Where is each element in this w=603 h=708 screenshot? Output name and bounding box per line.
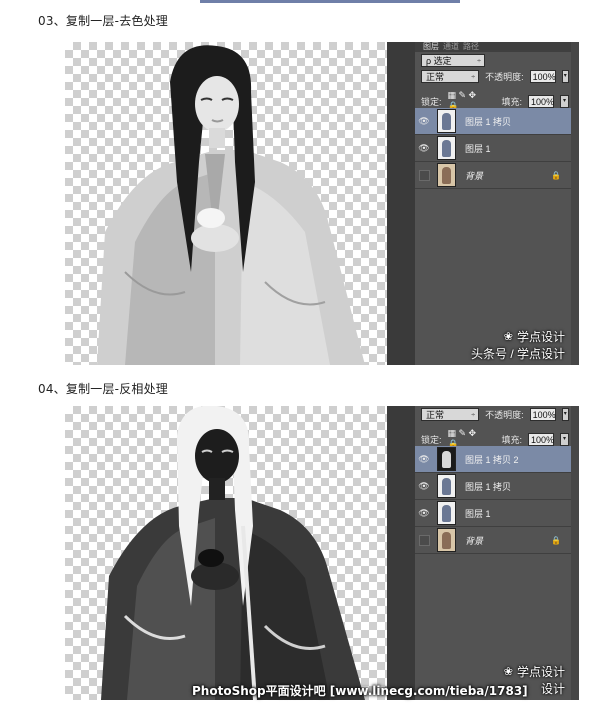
fill-label: 填充:	[501, 96, 523, 107]
blend-mode-value: 正常	[426, 72, 445, 82]
eye-icon[interactable]: 👁	[415, 454, 433, 465]
layer-name: 图层 1	[465, 143, 491, 154]
tab-layers[interactable]: 图层	[423, 42, 439, 52]
watermark: ❀ 学点设计 头条号 / 学点设计	[471, 328, 565, 362]
layer-row-copy[interactable]: 👁 图层 1 拷贝	[415, 473, 571, 500]
step-04-title: 04、复制一层-反相处理	[38, 382, 169, 396]
layer-row-copy2[interactable]: 👁 图层 1 拷贝 2	[415, 446, 571, 473]
filter-label: ρ 选定	[426, 56, 452, 66]
layer-filter-dropdown[interactable]: ρ 选定 ÷	[421, 54, 485, 67]
tab-channels[interactable]: 通道	[443, 42, 459, 52]
chevron-down-icon: ÷	[471, 412, 476, 419]
layer-row-background[interactable]: 背景 🔒	[415, 527, 571, 554]
fill-input[interactable]: 100%	[528, 94, 554, 108]
layer-thumbnail	[437, 136, 456, 160]
opacity-stepper-icon[interactable]: ▾	[561, 408, 569, 421]
eye-icon[interactable]: 👁	[415, 143, 433, 154]
watermark-brand: 学点设计	[516, 330, 565, 344]
visibility-toggle[interactable]	[415, 534, 433, 546]
eye-icon[interactable]: 👁	[415, 481, 433, 492]
layer-list: 👁 图层 1 拷贝 2 👁 图层 1 拷贝 👁 图层 1 背景 🔒	[415, 446, 571, 554]
chevron-down-icon: ÷	[477, 58, 481, 65]
panel-scrollbar[interactable]	[571, 406, 579, 700]
layer-thumbnail	[437, 528, 456, 552]
blend-mode-dropdown[interactable]: 正常 ÷	[421, 408, 480, 421]
blend-mode-value: 正常	[426, 410, 445, 420]
step-03-title: 03、复制一层-去色处理	[38, 14, 169, 28]
opacity-label: 不透明度:	[485, 72, 524, 82]
eye-icon[interactable]: 👁	[415, 508, 433, 519]
layer-name: 背景	[465, 535, 484, 546]
layer-thumbnail	[437, 163, 456, 187]
layer-list: 👁 图层 1 拷贝 👁 图层 1 背景 🔒	[415, 108, 571, 189]
watermark-brand: 学点设计	[516, 665, 565, 679]
layer-thumbnail	[437, 474, 456, 498]
layer-thumbnail	[437, 501, 456, 525]
fill-input[interactable]: 100%	[528, 432, 554, 446]
fill-stepper-icon[interactable]: ▾	[560, 94, 569, 108]
canvas-transparent	[65, 42, 387, 365]
layer-thumbnail	[437, 447, 456, 471]
watermark-source: 设计	[540, 682, 565, 696]
canvas-gutter	[387, 42, 416, 365]
fill-stepper-icon[interactable]: ▾	[560, 432, 569, 446]
opacity-stepper-icon[interactable]: ▾	[561, 70, 569, 83]
layers-panel: 正常 ÷ 不透明度: 100% ▾ 锁定: ▦ ✎ ✥ 🔒 填充: 100% ▾…	[415, 406, 579, 700]
opacity-label: 不透明度:	[485, 410, 524, 420]
top-edge-strip	[200, 0, 460, 3]
layer-thumbnail	[437, 109, 456, 133]
layer-name: 图层 1	[465, 508, 491, 519]
layer-name: 图层 1 拷贝	[465, 481, 512, 492]
footer-banner: PhotoShop平面设计吧 [www.linecg.com/tieba/178…	[192, 684, 528, 698]
opacity-input[interactable]: 100%	[529, 408, 556, 421]
figure-inverted	[101, 406, 365, 700]
figure-desaturated	[97, 45, 365, 365]
wechat-icon: ❀	[503, 331, 513, 343]
wechat-icon: ❀	[503, 666, 513, 678]
canvas-transparent	[65, 406, 387, 700]
layer-name: 图层 1 拷贝	[465, 116, 512, 127]
layer-name: 图层 1 拷贝 2	[465, 454, 519, 465]
layer-row-background[interactable]: 背景 🔒	[415, 162, 571, 189]
screenshot-desaturate: 图层 通道 路径 × ρ 选定 ÷ 正常 ÷ 不透明度: 100% ▾ 锁定: …	[65, 42, 579, 365]
watermark-source: 头条号 / 学点设计	[470, 347, 565, 361]
tab-paths[interactable]: 路径	[463, 42, 479, 52]
canvas-gutter	[387, 406, 416, 700]
panel-scrollbar[interactable]	[571, 42, 579, 365]
chevron-down-icon: ÷	[471, 74, 476, 81]
eye-icon[interactable]: 👁	[415, 116, 433, 127]
visibility-toggle[interactable]	[415, 169, 433, 181]
blend-mode-dropdown[interactable]: 正常 ÷	[421, 70, 480, 83]
lock-icon: 🔒	[551, 535, 561, 545]
lock-label: 锁定:	[421, 434, 442, 445]
layer-row-copy[interactable]: 👁 图层 1 拷贝	[415, 108, 571, 135]
panel-tabs: 图层 通道 路径 ×	[415, 42, 579, 52]
opacity-input[interactable]: 100%	[529, 70, 556, 83]
screenshot-invert: 正常 ÷ 不透明度: 100% ▾ 锁定: ▦ ✎ ✥ 🔒 填充: 100% ▾…	[65, 406, 579, 700]
layers-panel: 图层 通道 路径 × ρ 选定 ÷ 正常 ÷ 不透明度: 100% ▾ 锁定: …	[415, 42, 579, 365]
layer-row-layer1[interactable]: 👁 图层 1	[415, 135, 571, 162]
fill-label: 填充:	[501, 434, 523, 445]
lock-icon: 🔒	[551, 170, 561, 180]
lock-label: 锁定:	[421, 96, 442, 107]
layer-row-layer1[interactable]: 👁 图层 1	[415, 500, 571, 527]
layer-name: 背景	[465, 170, 484, 181]
